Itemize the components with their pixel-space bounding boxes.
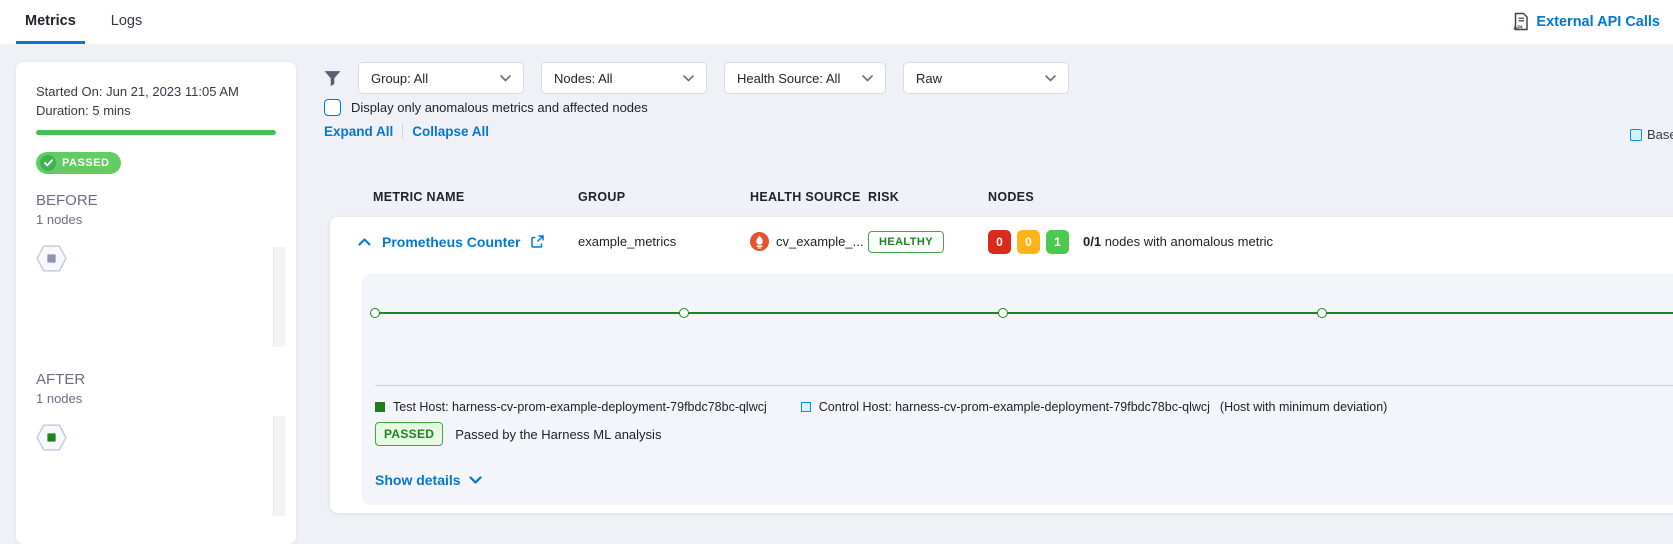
nodes-summary: 0/1 nodes with anomalous metric [1083,234,1273,249]
group-filter-value: Group: All [371,71,428,86]
started-on-text: Started On: Jun 21, 2023 11:05 AM [36,82,276,101]
metric-row-header: Prometheus Counter example_metrics cv_e [330,217,1673,266]
chart-legend: Test Host: harness-cv-prom-example-deplo… [375,400,1387,414]
analysis-status-text: Passed by the Harness ML analysis [455,427,661,442]
nodes-ratio: 0/1 [1083,234,1101,249]
tab-metrics[interactable]: Metrics [16,0,85,44]
test-host-label: Test Host: harness-cv-prom-example-deplo… [393,400,767,414]
chart-series-line [375,312,1673,314]
external-api-calls-link[interactable]: API External API Calls [1512,12,1660,31]
external-link-icon[interactable] [531,235,544,248]
baseline-legend: Base [1630,127,1673,142]
chart-data-point[interactable] [370,308,380,318]
expand-all-link[interactable]: Expand All [324,124,393,139]
column-group: GROUP [578,190,750,204]
tab-bar: Metrics Logs [16,0,151,44]
test-host-swatch [375,402,385,412]
show-details-label: Show details [375,472,461,488]
risk-status-badge: HEALTHY [868,231,944,253]
after-scrollbar-track[interactable] [273,416,285,516]
anomalous-filter-row: Display only anomalous metrics and affec… [324,99,648,116]
metric-row-card: Prometheus Counter example_metrics cv_e [330,217,1673,513]
health-source-name: cv_example_... [776,234,863,249]
before-node-hexagon[interactable] [36,245,276,275]
anomalous-count-chip-amber: 0 [1017,230,1040,254]
metric-details-panel: Test Host: harness-cv-prom-example-deplo… [362,274,1673,505]
anomalous-count-chip-green: 1 [1046,230,1069,254]
analysis-status-badge: PASSED [375,422,443,446]
verification-summary-card: Started On: Jun 21, 2023 11:05 AM Durati… [16,62,296,544]
nodes-summary-text: nodes with anomalous metric [1105,234,1273,249]
metric-group-cell: example_metrics [578,234,750,249]
verification-status-label: PASSED [62,157,109,169]
tab-logs[interactable]: Logs [102,0,151,44]
chevron-down-icon [1045,75,1056,82]
metric-name-link[interactable]: Prometheus Counter [382,234,520,250]
health-source-filter-dropdown[interactable]: Health Source: All [724,62,886,94]
legend-test-host: Test Host: harness-cv-prom-example-deplo… [375,400,767,414]
duration-text: Duration: 5 mins [36,101,276,120]
analysis-result-row: PASSED Passed by the Harness ML analysis [375,422,661,446]
verification-progress-bar [36,130,276,135]
check-icon [40,155,56,171]
data-type-dropdown[interactable]: Raw [903,62,1069,94]
collapse-row-chevron-icon[interactable] [358,238,371,246]
column-health-source: HEALTH SOURCE [750,190,868,204]
chart-data-point[interactable] [998,308,1008,318]
chevron-down-icon [862,75,873,82]
divider [402,124,403,139]
nodes-filter-value: Nodes: All [554,71,613,86]
risk-cell: HEALTHY [868,231,988,253]
filter-funnel-icon [324,70,341,87]
chart-data-point[interactable] [679,308,689,318]
legend-control-host: Control Host: harness-cv-prom-example-de… [801,400,1388,414]
metric-chart[interactable] [362,274,1673,386]
column-nodes: NODES [988,190,1673,204]
top-bar: Metrics Logs API External API Calls [0,0,1673,44]
after-title: AFTER [36,371,276,388]
nodes-cell: 0 0 1 0/1 nodes with anomalous metric [988,230,1673,254]
column-metric-name: METRIC NAME [373,190,578,204]
group-filter-dropdown[interactable]: Group: All [358,62,524,94]
data-type-value: Raw [916,71,942,86]
health-source-cell: cv_example_... [750,232,868,251]
after-node-count: 1 nodes [36,391,276,406]
anomalous-metrics-checkbox[interactable] [324,99,341,116]
chevron-down-icon [500,75,511,82]
before-section: BEFORE 1 nodes [36,192,276,275]
chart-x-axis [375,385,1673,386]
before-scrollbar-track[interactable] [273,247,285,347]
prometheus-icon [750,232,769,251]
anomalous-count-chip-red: 0 [988,230,1011,254]
collapse-all-link[interactable]: Collapse All [412,124,489,139]
baseline-label: Base [1647,127,1673,142]
external-api-calls-label: External API Calls [1536,14,1660,30]
verification-status-badge: PASSED [36,152,121,174]
health-source-filter-value: Health Source: All [737,71,840,86]
control-host-note: (Host with minimum deviation) [1220,400,1387,414]
before-node-count: 1 nodes [36,212,276,227]
before-title: BEFORE [36,192,276,209]
api-document-icon: API [1512,12,1529,31]
filter-row: Group: All Nodes: All Health Source: All… [324,62,1069,94]
control-host-swatch [801,402,811,412]
control-host-label: Control Host: harness-cv-prom-example-de… [819,400,1210,414]
metrics-table-header: METRIC NAME GROUP HEALTH SOURCE RISK NOD… [324,190,1673,204]
svg-text:API: API [1514,26,1524,31]
baseline-checkbox[interactable] [1630,129,1642,141]
chevron-down-icon [469,476,482,485]
show-details-link[interactable]: Show details [375,472,482,488]
chart-data-point[interactable] [1317,308,1327,318]
nodes-filter-dropdown[interactable]: Nodes: All [541,62,707,94]
expand-collapse-row: Expand All Collapse All [324,124,489,139]
after-node-hexagon[interactable] [36,424,276,454]
after-section: AFTER 1 nodes [36,371,276,454]
anomalous-metrics-label: Display only anomalous metrics and affec… [351,100,648,115]
column-risk: RISK [868,190,988,204]
chevron-down-icon [683,75,694,82]
